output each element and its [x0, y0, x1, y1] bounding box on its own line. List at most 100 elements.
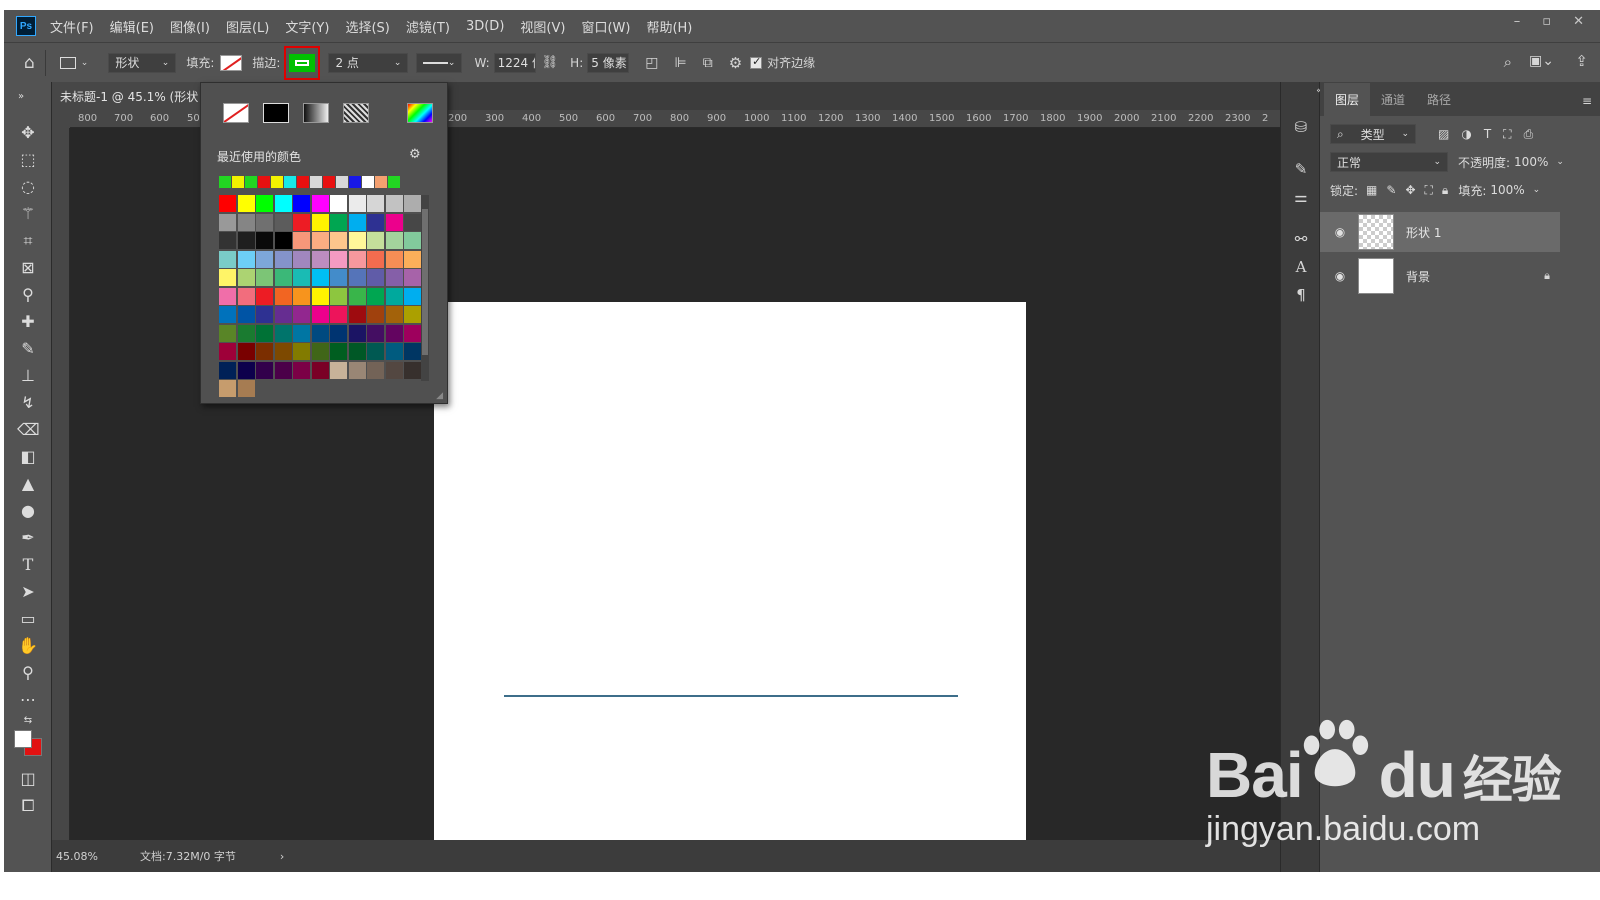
- gear-icon[interactable]: ⚙: [729, 54, 742, 72]
- color-swatch[interactable]: [237, 306, 255, 323]
- color-swatch[interactable]: [219, 213, 236, 231]
- document-tab[interactable]: 未标题-1 @ 45.1% (形状: [52, 82, 202, 110]
- menu-help[interactable]: 帮助(H): [646, 17, 692, 36]
- color-swatch[interactable]: [293, 343, 310, 360]
- color-swatch[interactable]: [311, 324, 329, 342]
- healing-brush-tool-icon[interactable]: ✚: [17, 311, 39, 333]
- color-swatch[interactable]: [311, 287, 329, 305]
- color-swatch[interactable]: [274, 269, 292, 286]
- fill-swatch[interactable]: [220, 54, 243, 71]
- chevron-down-icon[interactable]: ⌄: [1556, 157, 1564, 167]
- color-swatch[interactable]: [219, 250, 236, 268]
- color-swatch[interactable]: [311, 250, 329, 268]
- pattern-button[interactable]: [343, 103, 369, 123]
- color-swatch[interactable]: [256, 343, 273, 360]
- screen-mode-icon[interactable]: ⧠: [17, 795, 39, 817]
- path-selection-tool-icon[interactable]: ➤: [17, 581, 39, 603]
- learn-icon[interactable]: ⛁: [1291, 118, 1311, 138]
- menu-select[interactable]: 选择(S): [345, 17, 389, 36]
- clone-stamp-tool-icon[interactable]: ⊥: [17, 365, 39, 387]
- history-brush-tool-icon[interactable]: ↯: [17, 392, 39, 414]
- path-alignment-icon[interactable]: ⊫: [674, 55, 686, 71]
- color-swatch[interactable]: [404, 324, 421, 342]
- chevron-right-icon[interactable]: ›: [280, 850, 284, 863]
- color-swatch[interactable]: [311, 343, 329, 360]
- color-swatch[interactable]: [367, 250, 384, 268]
- color-swatch[interactable]: [274, 361, 292, 379]
- color-swatch[interactable]: [367, 306, 384, 323]
- color-swatch[interactable]: [385, 195, 403, 212]
- recent-color-swatch[interactable]: [388, 176, 400, 188]
- color-swatch[interactable]: [367, 213, 384, 231]
- frame-tool-icon[interactable]: ⊠: [17, 257, 39, 279]
- color-swatch[interactable]: [293, 324, 310, 342]
- recent-color-swatch[interactable]: [323, 176, 335, 188]
- minimize-button[interactable]: –: [1514, 14, 1521, 29]
- workspace-icon[interactable]: ▣⌄: [1529, 53, 1554, 69]
- layer-row-background[interactable]: ◉ 背景 🔒︎: [1320, 256, 1560, 296]
- blend-mode-dropdown[interactable]: 正常 ⌄: [1330, 152, 1448, 172]
- color-swatch[interactable]: [385, 250, 403, 268]
- home-icon[interactable]: ⌂: [24, 53, 35, 73]
- color-swatch[interactable]: [404, 269, 421, 286]
- lock-artboard-icon[interactable]: ⛶: [1425, 183, 1433, 198]
- tab-channels[interactable]: 通道: [1370, 91, 1416, 116]
- scrollbar-thumb[interactable]: [422, 209, 428, 355]
- menu-layer[interactable]: 图层(L): [226, 17, 269, 36]
- marquee-tool-icon[interactable]: ⬚: [17, 149, 39, 171]
- color-swatch[interactable]: [330, 287, 347, 305]
- rectangle-tool-icon[interactable]: ▭: [17, 608, 39, 630]
- eye-icon[interactable]: ◉: [1330, 225, 1350, 239]
- eraser-tool-icon[interactable]: ⌫: [17, 419, 40, 441]
- color-swatch[interactable]: [404, 287, 421, 305]
- filter-adjustment-icon[interactable]: ◑: [1461, 127, 1471, 141]
- menu-file[interactable]: 文件(F): [50, 17, 94, 36]
- color-swatch[interactable]: [293, 306, 310, 323]
- color-swatch[interactable]: [385, 232, 403, 249]
- shape-line[interactable]: [504, 695, 958, 697]
- color-swatch[interactable]: [219, 343, 236, 360]
- stroke-swatch-highlight[interactable]: [284, 45, 321, 80]
- width-input[interactable]: 1224 像: [493, 52, 536, 73]
- color-swatch[interactable]: [330, 306, 347, 323]
- color-swatch[interactable]: [237, 380, 255, 397]
- solid-color-button[interactable]: [263, 103, 289, 123]
- color-swatch[interactable]: [311, 232, 329, 249]
- color-swatch[interactable]: [404, 343, 421, 360]
- layer-row-shape[interactable]: ◉ 形状 1: [1320, 212, 1560, 252]
- recent-color-swatch[interactable]: [362, 176, 374, 188]
- link-icon[interactable]: ⛓: [542, 55, 559, 70]
- color-swatch[interactable]: [367, 324, 384, 342]
- color-swatch[interactable]: [256, 361, 273, 379]
- menu-window[interactable]: 窗口(W): [581, 17, 630, 36]
- color-swatch[interactable]: [237, 287, 255, 305]
- color-swatch[interactable]: [219, 324, 236, 342]
- menu-filter[interactable]: 滤镜(T): [406, 17, 450, 36]
- magic-wand-tool-icon[interactable]: ⚚: [17, 203, 39, 225]
- filter-kind-dropdown[interactable]: ⌕ 类型 ⌄: [1330, 124, 1416, 144]
- recent-color-swatch[interactable]: [219, 176, 231, 188]
- type-tool-icon[interactable]: T: [17, 554, 39, 576]
- recent-color-swatch[interactable]: [297, 176, 309, 188]
- filter-type-icon[interactable]: T: [1484, 127, 1491, 141]
- color-swatch[interactable]: [219, 361, 236, 379]
- foreground-color-swatch[interactable]: [14, 730, 32, 748]
- path-arrangement-icon[interactable]: ⧉: [703, 55, 713, 71]
- stroke-width-dropdown[interactable]: 2 点 ⌄: [328, 52, 409, 73]
- color-swatch[interactable]: [274, 250, 292, 268]
- color-swatch[interactable]: [274, 195, 292, 212]
- close-button[interactable]: ✕: [1573, 14, 1584, 29]
- fill-value[interactable]: 100%: [1490, 183, 1524, 197]
- color-swatch[interactable]: [293, 213, 310, 231]
- color-swatch[interactable]: [330, 324, 347, 342]
- color-swatch[interactable]: [311, 306, 329, 323]
- menu-view[interactable]: 视图(V): [520, 17, 565, 36]
- quick-mask-icon[interactable]: ◫: [17, 768, 39, 790]
- color-swatch[interactable]: [330, 195, 347, 212]
- color-swatch[interactable]: [237, 232, 255, 249]
- color-swatch[interactable]: [348, 361, 366, 379]
- height-input[interactable]: 5 像素: [587, 52, 630, 73]
- opacity-value[interactable]: 100%: [1514, 155, 1548, 169]
- color-swatch[interactable]: [256, 269, 273, 286]
- color-swatch[interactable]: [311, 269, 329, 286]
